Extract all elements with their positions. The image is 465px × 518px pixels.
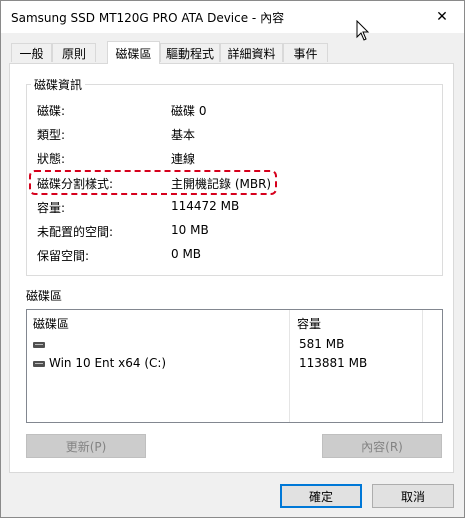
close-button[interactable]: ✕ [420,1,464,33]
prop-value: 114472 MB [171,199,240,213]
volumes-section-title: 磁碟區 [26,289,63,303]
properties-dialog: Samsung SSD MT120G PRO ATA Device - 內容 ✕… [0,0,465,518]
tab-events[interactable]: 事件 [283,43,328,62]
prop-row-disk: 磁碟: 磁碟 0 [37,102,357,120]
partition-style-highlight [29,170,277,195]
prop-value: 10 MB [171,223,209,237]
volume-capacity: 113881 MB [299,356,368,370]
prop-row-reserved: 保留空間: 0 MB [37,247,357,265]
prop-label: 保留空間: [37,249,90,263]
prop-value: 基本 [171,128,196,142]
prop-value: 磁碟 0 [171,104,207,118]
tab-volumes[interactable]: 磁碟區 [107,41,160,64]
title-bar: Samsung SSD MT120G PRO ATA Device - 內容 ✕ [1,1,464,33]
volume-capacity: 581 MB [299,337,345,351]
prop-value: 0 MB [171,247,202,261]
drive-icon [33,342,45,348]
column-header-capacity[interactable]: 容量 [297,315,321,332]
tab-details[interactable]: 詳細資料 [220,43,283,62]
window-title: Samsung SSD MT120G PRO ATA Device - 內容 [11,11,285,25]
prop-value: 連線 [171,152,196,166]
volume-name: Win 10 Ent x64 (C:) [49,356,167,370]
volumes-list[interactable]: 磁碟區 容量 581 MB Win 10 Ent x64 (C:) 113881… [26,309,443,423]
tab-policies[interactable]: 原則 [52,43,96,62]
column-header-volume[interactable]: 磁碟區 [33,315,69,332]
prop-row-status: 狀態: 連線 [37,150,357,168]
drive-icon [33,361,45,367]
close-icon: ✕ [436,9,448,25]
prop-label: 未配置的空間: [37,225,114,239]
prop-label: 類型: [37,128,66,142]
cancel-button[interactable]: 取消 [372,484,454,508]
prop-row-capacity: 容量: 114472 MB [37,199,357,217]
prop-row-type: 類型: 基本 [37,126,357,144]
prop-label: 狀態: [37,152,66,166]
list-item[interactable]: Win 10 Ent x64 (C:) 113881 MB [33,355,433,373]
mouse-cursor-icon [356,20,370,41]
ok-button[interactable]: 確定 [280,484,362,508]
list-item[interactable]: 581 MB [33,336,433,354]
prop-label: 磁碟: [37,104,66,118]
prop-row-unallocated: 未配置的空間: 10 MB [37,223,357,241]
tab-driver[interactable]: 驅動程式 [160,43,220,62]
disk-info-group-title: 磁碟資訊 [31,76,86,93]
properties-button[interactable]: 內容(R) [322,434,442,458]
tab-general[interactable]: 一般 [11,43,52,62]
update-button[interactable]: 更新(P) [26,434,146,458]
prop-label: 容量: [37,201,66,215]
